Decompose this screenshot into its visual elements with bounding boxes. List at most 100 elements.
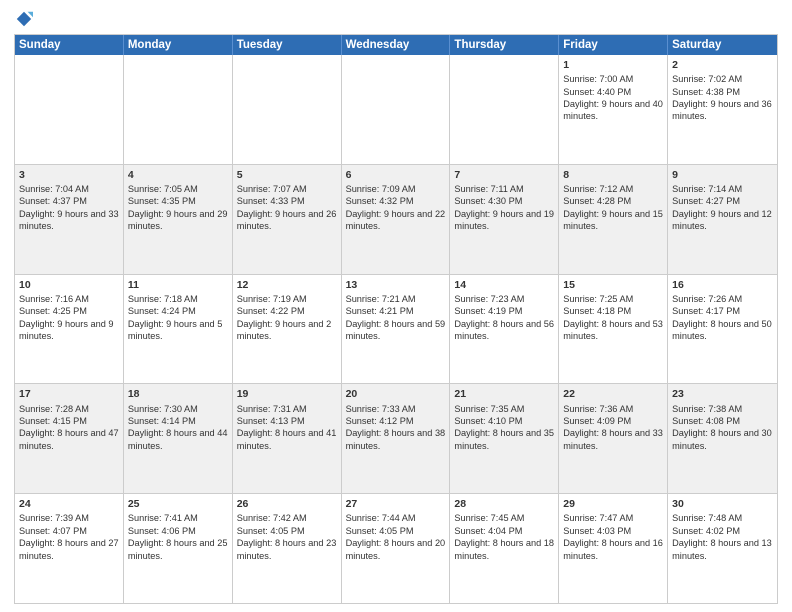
- empty-cell: [450, 55, 559, 164]
- empty-cell: [124, 55, 233, 164]
- day-info: Sunrise: 7:39 AM Sunset: 4:07 PM Dayligh…: [19, 513, 119, 560]
- day-number: 2: [672, 58, 773, 72]
- day-info: Sunrise: 7:25 AM Sunset: 4:18 PM Dayligh…: [563, 294, 663, 341]
- day-info: Sunrise: 7:09 AM Sunset: 4:32 PM Dayligh…: [346, 184, 446, 231]
- day-cell-20: 20 Sunrise: 7:33 AM Sunset: 4:12 PM Dayli…: [342, 384, 451, 493]
- day-info: Sunrise: 7:38 AM Sunset: 4:08 PM Dayligh…: [672, 404, 772, 451]
- day-cell-26: 26 Sunrise: 7:42 AM Sunset: 4:05 PM Dayli…: [233, 494, 342, 603]
- day-info: Sunrise: 7:30 AM Sunset: 4:14 PM Dayligh…: [128, 404, 228, 451]
- day-number: 20: [346, 387, 446, 401]
- day-cell-8: 8 Sunrise: 7:12 AM Sunset: 4:28 PM Daylig…: [559, 165, 668, 274]
- calendar-body: 1 Sunrise: 7:00 AM Sunset: 4:40 PM Daylig…: [15, 55, 777, 603]
- day-info: Sunrise: 7:19 AM Sunset: 4:22 PM Dayligh…: [237, 294, 332, 341]
- day-info: Sunrise: 7:16 AM Sunset: 4:25 PM Dayligh…: [19, 294, 114, 341]
- header-day-sunday: Sunday: [15, 35, 124, 55]
- day-cell-9: 9Sunrise: 7:14 AM Sunset: 4:27 PM Daylig…: [668, 165, 777, 274]
- day-number: 1: [563, 58, 663, 72]
- day-info: Sunrise: 7:21 AM Sunset: 4:21 PM Dayligh…: [346, 294, 446, 341]
- day-cell-13: 13 Sunrise: 7:21 AM Sunset: 4:21 PM Dayli…: [342, 275, 451, 384]
- day-number: 26: [237, 497, 337, 511]
- day-cell-18: 18Sunrise: 7:30 AM Sunset: 4:14 PM Dayli…: [124, 384, 233, 493]
- day-info: Sunrise: 7:33 AM Sunset: 4:12 PM Dayligh…: [346, 404, 446, 451]
- header: [14, 10, 778, 28]
- day-cell-6: 6 Sunrise: 7:09 AM Sunset: 4:32 PM Daylig…: [342, 165, 451, 274]
- day-number: 23: [672, 387, 773, 401]
- day-cell-29: 29 Sunrise: 7:47 AM Sunset: 4:03 PM Dayli…: [559, 494, 668, 603]
- day-number: 24: [19, 497, 119, 511]
- day-cell-16: 16 Sunrise: 7:26 AM Sunset: 4:17 PM Dayli…: [668, 275, 777, 384]
- empty-cell: [15, 55, 124, 164]
- logo: [14, 10, 33, 28]
- day-number: 30: [672, 497, 773, 511]
- day-cell-25: 25 Sunrise: 7:41 AM Sunset: 4:06 PM Dayli…: [124, 494, 233, 603]
- day-cell-22: 22Sunrise: 7:36 AM Sunset: 4:09 PM Dayli…: [559, 384, 668, 493]
- day-cell-14: 14Sunrise: 7:23 AM Sunset: 4:19 PM Dayli…: [450, 275, 559, 384]
- day-cell-15: 15 Sunrise: 7:25 AM Sunset: 4:18 PM Dayli…: [559, 275, 668, 384]
- day-cell-24: 24 Sunrise: 7:39 AM Sunset: 4:07 PM Dayli…: [15, 494, 124, 603]
- header-day-thursday: Thursday: [450, 35, 559, 55]
- day-number: 10: [19, 278, 119, 292]
- day-cell-30: 30 Sunrise: 7:48 AM Sunset: 4:02 PM Dayli…: [668, 494, 777, 603]
- day-info: Sunrise: 7:04 AM Sunset: 4:37 PM Dayligh…: [19, 184, 119, 231]
- day-number: 4: [128, 168, 228, 182]
- day-number: 27: [346, 497, 446, 511]
- day-info: Sunrise: 7:26 AM Sunset: 4:17 PM Dayligh…: [672, 294, 772, 341]
- day-number: 6: [346, 168, 446, 182]
- day-info: Sunrise: 7:05 AM Sunset: 4:35 PM Dayligh…: [128, 184, 228, 231]
- day-number: 11: [128, 278, 228, 292]
- day-number: 14: [454, 278, 554, 292]
- day-cell-4: 4 Sunrise: 7:05 AM Sunset: 4:35 PM Daylig…: [124, 165, 233, 274]
- header-day-wednesday: Wednesday: [342, 35, 451, 55]
- day-number: 12: [237, 278, 337, 292]
- day-info: Sunrise: 7:35 AM Sunset: 4:10 PM Dayligh…: [454, 404, 554, 451]
- day-cell-23: 23 Sunrise: 7:38 AM Sunset: 4:08 PM Dayli…: [668, 384, 777, 493]
- day-info: Sunrise: 7:44 AM Sunset: 4:05 PM Dayligh…: [346, 513, 446, 560]
- week-row-2: 3 Sunrise: 7:04 AM Sunset: 4:37 PM Daylig…: [15, 165, 777, 275]
- calendar-header: SundayMondayTuesdayWednesdayThursdayFrid…: [15, 35, 777, 55]
- day-number: 28: [454, 497, 554, 511]
- day-info: Sunrise: 7:48 AM Sunset: 4:02 PM Dayligh…: [672, 513, 772, 560]
- day-cell-12: 12 Sunrise: 7:19 AM Sunset: 4:22 PM Dayli…: [233, 275, 342, 384]
- day-cell-21: 21 Sunrise: 7:35 AM Sunset: 4:10 PM Dayli…: [450, 384, 559, 493]
- day-cell-3: 3 Sunrise: 7:04 AM Sunset: 4:37 PM Daylig…: [15, 165, 124, 274]
- day-cell-1: 1 Sunrise: 7:00 AM Sunset: 4:40 PM Daylig…: [559, 55, 668, 164]
- week-row-4: 17 Sunrise: 7:28 AM Sunset: 4:15 PM Dayli…: [15, 384, 777, 494]
- week-row-1: 1 Sunrise: 7:00 AM Sunset: 4:40 PM Daylig…: [15, 55, 777, 165]
- day-number: 3: [19, 168, 119, 182]
- day-number: 29: [563, 497, 663, 511]
- day-number: 8: [563, 168, 663, 182]
- day-number: 13: [346, 278, 446, 292]
- day-cell-19: 19Sunrise: 7:31 AM Sunset: 4:13 PM Dayli…: [233, 384, 342, 493]
- day-cell-2: 2 Sunrise: 7:02 AM Sunset: 4:38 PM Daylig…: [668, 55, 777, 164]
- day-cell-7: 7 Sunrise: 7:11 AM Sunset: 4:30 PM Daylig…: [450, 165, 559, 274]
- empty-cell: [342, 55, 451, 164]
- logo-icon: [15, 10, 33, 28]
- day-cell-17: 17 Sunrise: 7:28 AM Sunset: 4:15 PM Dayli…: [15, 384, 124, 493]
- day-info: Sunrise: 7:12 AM Sunset: 4:28 PM Dayligh…: [563, 184, 663, 231]
- day-cell-27: 27 Sunrise: 7:44 AM Sunset: 4:05 PM Dayli…: [342, 494, 451, 603]
- day-number: 25: [128, 497, 228, 511]
- day-cell-28: 28 Sunrise: 7:45 AM Sunset: 4:04 PM Dayli…: [450, 494, 559, 603]
- week-row-3: 10 Sunrise: 7:16 AM Sunset: 4:25 PM Dayli…: [15, 275, 777, 385]
- day-cell-10: 10 Sunrise: 7:16 AM Sunset: 4:25 PM Dayli…: [15, 275, 124, 384]
- day-info: Sunrise: 7:14 AM Sunset: 4:27 PM Dayligh…: [672, 184, 772, 231]
- day-info: Sunrise: 7:28 AM Sunset: 4:15 PM Dayligh…: [19, 404, 119, 451]
- day-cell-11: 11 Sunrise: 7:18 AM Sunset: 4:24 PM Dayli…: [124, 275, 233, 384]
- day-number: 21: [454, 387, 554, 401]
- week-row-5: 24 Sunrise: 7:39 AM Sunset: 4:07 PM Dayli…: [15, 494, 777, 603]
- day-info: Sunrise: 7:02 AM Sunset: 4:38 PM Dayligh…: [672, 74, 772, 121]
- calendar: SundayMondayTuesdayWednesdayThursdayFrid…: [14, 34, 778, 604]
- day-info: Sunrise: 7:41 AM Sunset: 4:06 PM Dayligh…: [128, 513, 228, 560]
- day-info: Sunrise: 7:42 AM Sunset: 4:05 PM Dayligh…: [237, 513, 337, 560]
- empty-cell: [233, 55, 342, 164]
- day-info: Sunrise: 7:11 AM Sunset: 4:30 PM Dayligh…: [454, 184, 554, 231]
- day-info: Sunrise: 7:31 AM Sunset: 4:13 PM Dayligh…: [237, 404, 337, 451]
- day-number: 7: [454, 168, 554, 182]
- day-info: Sunrise: 7:47 AM Sunset: 4:03 PM Dayligh…: [563, 513, 663, 560]
- day-info: Sunrise: 7:45 AM Sunset: 4:04 PM Dayligh…: [454, 513, 554, 560]
- day-number: 15: [563, 278, 663, 292]
- day-info: Sunrise: 7:18 AM Sunset: 4:24 PM Dayligh…: [128, 294, 223, 341]
- day-number: 17: [19, 387, 119, 401]
- day-number: 16: [672, 278, 773, 292]
- day-info: Sunrise: 7:00 AM Sunset: 4:40 PM Dayligh…: [563, 74, 663, 121]
